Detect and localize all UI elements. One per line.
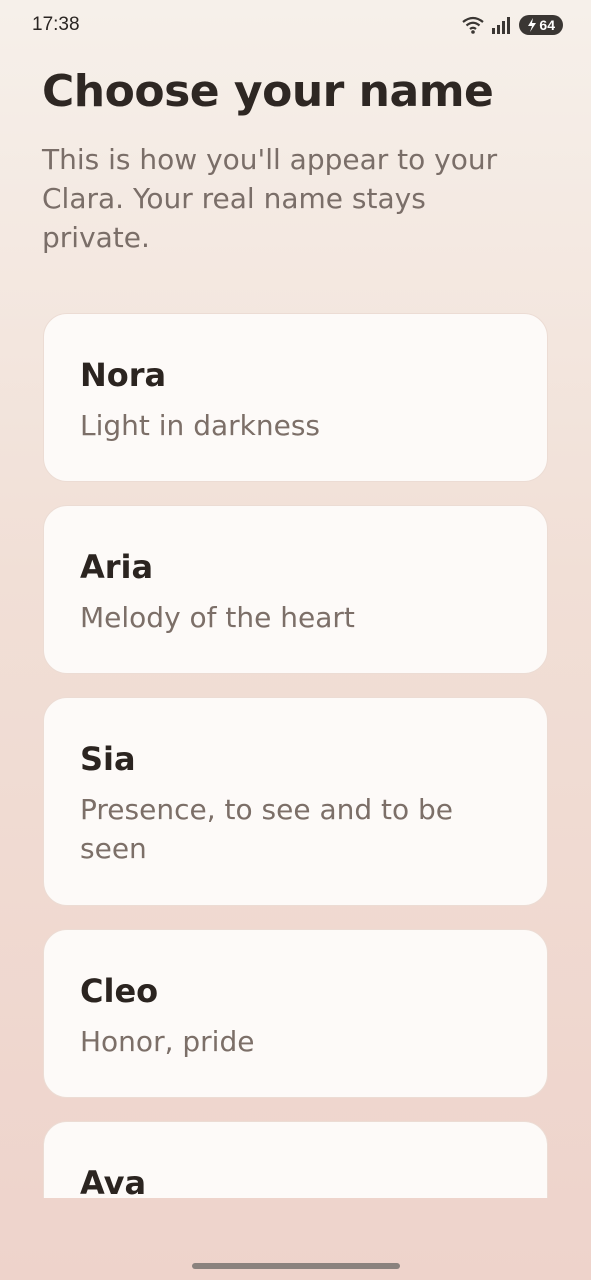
name-option-sia[interactable]: Sia Presence, to see and to be seen <box>43 697 548 906</box>
name-option-aria[interactable]: Aria Melody of the heart <box>43 505 548 674</box>
charging-bolt-icon <box>528 18 537 32</box>
status-time: 17:38 <box>32 14 80 35</box>
name-option-title: Nora <box>80 356 167 394</box>
battery-level: 64 <box>539 17 555 33</box>
name-option-meaning: Honor, pride <box>80 1025 255 1058</box>
status-icons: 64 <box>461 15 563 35</box>
name-option-ava[interactable]: Ava <box>43 1121 548 1198</box>
name-option-title: Ava <box>80 1164 147 1198</box>
name-option-meaning: Presence, to see and to be seen <box>80 793 454 865</box>
status-bar: 17:38 64 <box>0 0 591 54</box>
name-option-cleo[interactable]: Cleo Honor, pride <box>43 929 548 1098</box>
name-option-title: Cleo <box>80 972 159 1010</box>
home-indicator[interactable] <box>192 1263 400 1269</box>
page-title: Choose your name <box>42 66 494 117</box>
name-option-meaning: Light in darkness <box>80 409 321 442</box>
signal-icon <box>492 17 511 34</box>
name-option-title: Sia <box>80 740 136 778</box>
name-option-nora[interactable]: Nora Light in darkness <box>43 313 548 482</box>
name-option-title: Aria <box>80 548 154 586</box>
name-options-list[interactable]: Nora Light in darkness Aria Melody of th… <box>0 313 591 1198</box>
wifi-icon <box>462 16 485 34</box>
name-option-meaning: Melody of the heart <box>80 601 355 634</box>
battery-indicator: 64 <box>519 15 563 35</box>
page-subtitle: This is how you'll appear to your Clara.… <box>42 143 498 254</box>
